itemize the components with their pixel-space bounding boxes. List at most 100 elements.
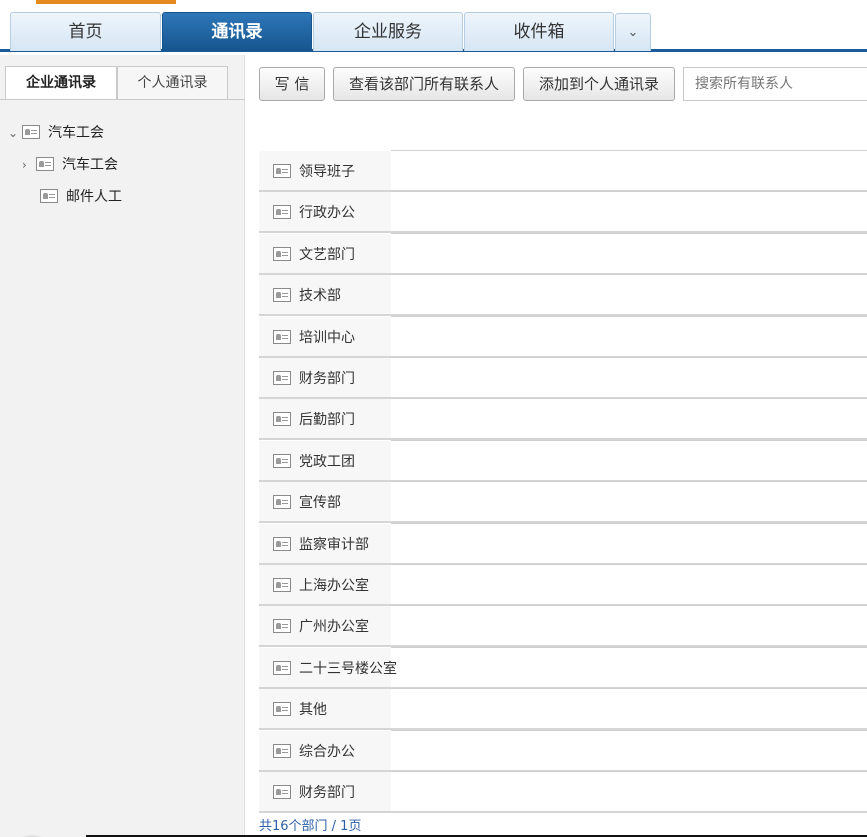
department-row[interactable]: 二十三号楼公室 xyxy=(259,646,867,689)
department-name: 广州办公室 xyxy=(299,619,369,636)
tree-node-label: 邮件人工 xyxy=(66,189,122,205)
department-name: 财务部门 xyxy=(299,371,355,387)
department-name-cell[interactable]: 后勤部门 xyxy=(259,399,391,439)
department-name-cell[interactable]: 二十三号楼公室 xyxy=(259,647,397,687)
row-divider xyxy=(391,315,867,317)
row-divider xyxy=(391,646,867,648)
tab-contacts[interactable]: 通讯录 xyxy=(162,12,312,51)
contact-card-icon xyxy=(273,246,291,261)
department-name: 后勤部门 xyxy=(299,412,355,429)
department-name-cell[interactable]: 综合办公 xyxy=(259,730,391,770)
department-name-cell[interactable]: 培训中心 xyxy=(259,316,391,356)
department-row[interactable]: 后勤部门 xyxy=(259,398,867,441)
department-row[interactable]: 监察审计部 xyxy=(259,522,867,565)
tab-home[interactable]: 首页 xyxy=(10,12,161,51)
department-name-cell[interactable]: 财务部门 xyxy=(259,358,391,397)
row-divider xyxy=(391,439,867,441)
department-name-cell[interactable]: 财务部门 xyxy=(259,772,391,811)
department-name-cell[interactable]: 监察审计部 xyxy=(259,523,391,563)
department-row[interactable]: 财务部门 xyxy=(259,771,867,813)
main-nav: 首页 通讯录 企业服务 收件箱 ⌄ xyxy=(0,12,867,52)
department-row[interactable]: 财务部门 xyxy=(259,357,867,399)
department-name: 领导班子 xyxy=(299,164,355,180)
contact-card-icon xyxy=(273,205,291,220)
department-name: 宣传部 xyxy=(299,495,341,512)
department-name-cell[interactable]: 广州办公室 xyxy=(259,606,391,646)
sidebar: 企业通讯录 个人通讯录 ⌄ 汽车工会 › 汽车工会 邮件人工 xyxy=(0,55,245,837)
contact-card-icon xyxy=(273,412,291,427)
department-name: 技术部 xyxy=(299,288,341,305)
row-divider xyxy=(391,357,867,358)
row-divider xyxy=(391,232,867,234)
chevron-down-icon[interactable]: ⌄ xyxy=(8,121,22,145)
department-name: 行政办公 xyxy=(299,205,355,222)
contact-card-icon xyxy=(273,619,291,634)
department-name-cell[interactable]: 文艺部门 xyxy=(259,233,391,273)
view-department-contacts-button[interactable]: 查看该部门所有联系人 xyxy=(333,67,515,101)
row-divider xyxy=(391,522,867,524)
contact-card-icon xyxy=(273,329,291,344)
contact-card-icon xyxy=(273,536,291,551)
department-row[interactable]: 上海办公室 xyxy=(259,564,867,606)
department-name: 培训中心 xyxy=(299,329,355,346)
row-divider xyxy=(391,191,867,193)
department-row[interactable]: 培训中心 xyxy=(259,315,867,358)
contact-card-icon xyxy=(273,371,291,385)
tree-node-leaf[interactable]: 邮件人工 xyxy=(40,185,122,209)
department-name-cell[interactable]: 党政工团 xyxy=(259,440,391,480)
row-divider xyxy=(391,771,867,772)
top-bar: 首页 通讯录 企业服务 收件箱 ⌄ xyxy=(0,0,867,54)
department-row[interactable]: 广州办公室 xyxy=(259,605,867,648)
department-row[interactable]: 技术部 xyxy=(259,274,867,317)
department-name-cell[interactable]: 行政办公 xyxy=(259,192,391,232)
contact-card-icon xyxy=(273,288,291,303)
row-divider xyxy=(391,398,867,400)
department-name: 其他 xyxy=(299,702,327,719)
department-name: 财务部门 xyxy=(299,785,355,801)
department-name-cell[interactable]: 其他 xyxy=(259,689,391,729)
contact-card-icon xyxy=(273,702,291,717)
department-row[interactable]: 宣传部 xyxy=(259,481,867,524)
row-divider xyxy=(391,605,867,607)
pager-summary[interactable]: 共16个部门 / 1页 xyxy=(259,815,361,834)
department-name-cell[interactable]: 领导班子 xyxy=(259,151,391,190)
tab-inbox[interactable]: 收件箱 xyxy=(464,12,614,51)
row-divider xyxy=(391,688,867,690)
sidebar-divider xyxy=(0,99,245,100)
tab-enterprise-services[interactable]: 企业服务 xyxy=(313,12,463,51)
contact-card-icon xyxy=(273,578,291,592)
department-name-cell[interactable]: 上海办公室 xyxy=(259,565,391,604)
main-content: 写 信 查看该部门所有联系人 添加到个人通讯录 领导班子行政办公文艺部门技术部培… xyxy=(246,55,867,837)
department-row[interactable]: 文艺部门 xyxy=(259,232,867,275)
department-row[interactable]: 综合办公 xyxy=(259,729,867,772)
department-row[interactable]: 党政工团 xyxy=(259,439,867,482)
department-row[interactable]: 行政办公 xyxy=(259,191,867,234)
brand-strip xyxy=(36,0,176,4)
department-row[interactable]: 其他 xyxy=(259,688,867,731)
row-divider xyxy=(391,564,867,565)
add-to-personal-contacts-button[interactable]: 添加到个人通讯录 xyxy=(523,67,675,101)
tree-node-label: 汽车工会 xyxy=(48,125,104,141)
department-name-cell[interactable]: 技术部 xyxy=(259,275,391,315)
department-name: 二十三号楼公室 xyxy=(299,660,397,677)
row-divider xyxy=(391,274,867,276)
contact-card-icon xyxy=(273,453,291,468)
department-name: 监察审计部 xyxy=(299,536,369,553)
chevron-right-icon[interactable]: › xyxy=(22,153,36,177)
contact-card-icon xyxy=(273,743,291,758)
department-row[interactable]: 领导班子 xyxy=(259,150,867,192)
write-mail-button[interactable]: 写 信 xyxy=(259,67,325,101)
tree-node-root[interactable]: ⌄ 汽车工会 xyxy=(8,121,104,145)
contact-card-icon xyxy=(273,495,291,510)
department-name-cell[interactable]: 宣传部 xyxy=(259,482,391,522)
contact-card-icon xyxy=(273,164,291,178)
tab-enterprise-contacts[interactable]: 企业通讯录 xyxy=(5,66,117,100)
department-name: 上海办公室 xyxy=(299,578,369,594)
tree-node-child[interactable]: › 汽车工会 xyxy=(22,153,118,177)
nav-more-button[interactable]: ⌄ xyxy=(615,13,651,51)
contact-card-icon xyxy=(22,125,40,139)
row-divider xyxy=(391,481,867,483)
search-input[interactable] xyxy=(683,67,867,101)
tab-personal-contacts[interactable]: 个人通讯录 xyxy=(117,66,228,100)
contact-card-icon xyxy=(40,189,58,203)
